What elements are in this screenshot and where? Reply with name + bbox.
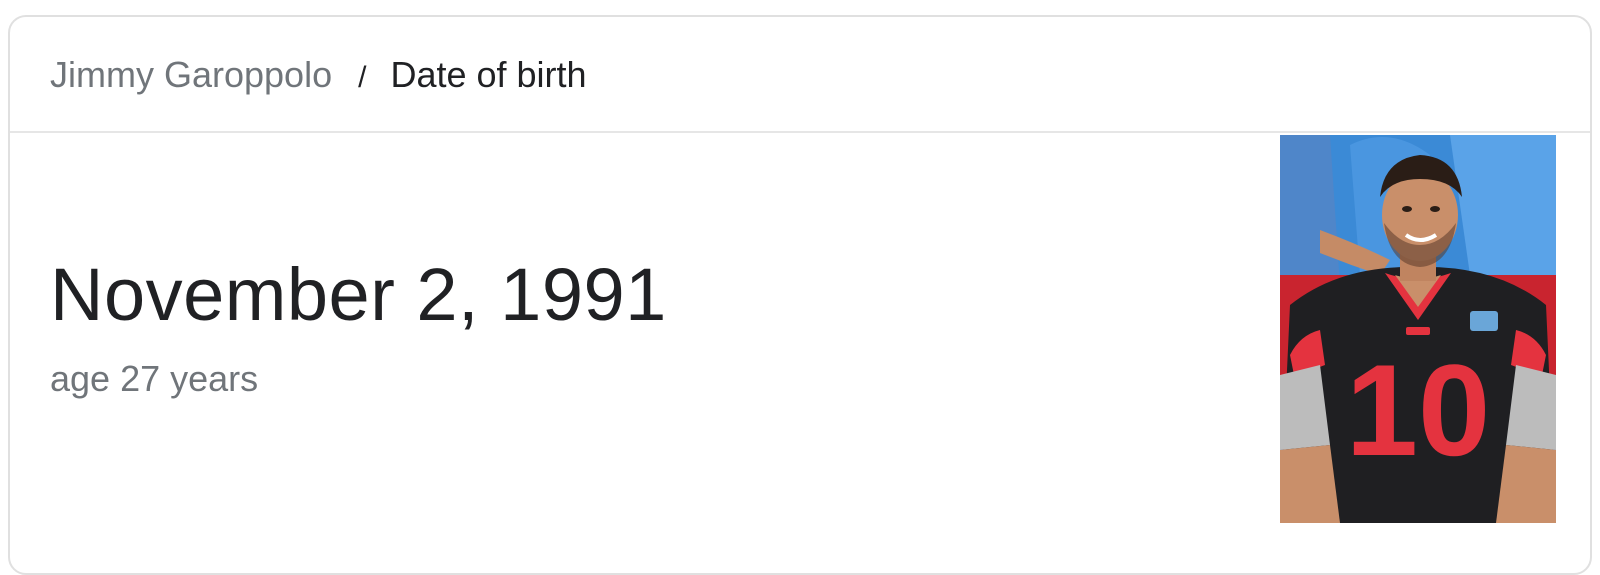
entity-photo[interactable]: 10 — [1280, 135, 1556, 523]
card-header: Jimmy Garoppolo / Date of birth — [10, 17, 1590, 133]
breadcrumb: Jimmy Garoppolo / Date of birth — [50, 53, 587, 100]
knowledge-card: Jimmy Garoppolo / Date of birth November… — [8, 15, 1592, 575]
breadcrumb-entity-link[interactable]: Jimmy Garoppolo — [50, 54, 332, 95]
player-photo-illustration: 10 — [1280, 135, 1556, 523]
breadcrumb-separator: / — [358, 61, 367, 94]
answer-value: November 2, 1991 — [50, 253, 667, 336]
jersey-number: 10 — [1346, 337, 1491, 483]
answer-subtitle: age 27 years — [50, 358, 259, 399]
breadcrumb-attribute: Date of birth — [390, 54, 587, 95]
